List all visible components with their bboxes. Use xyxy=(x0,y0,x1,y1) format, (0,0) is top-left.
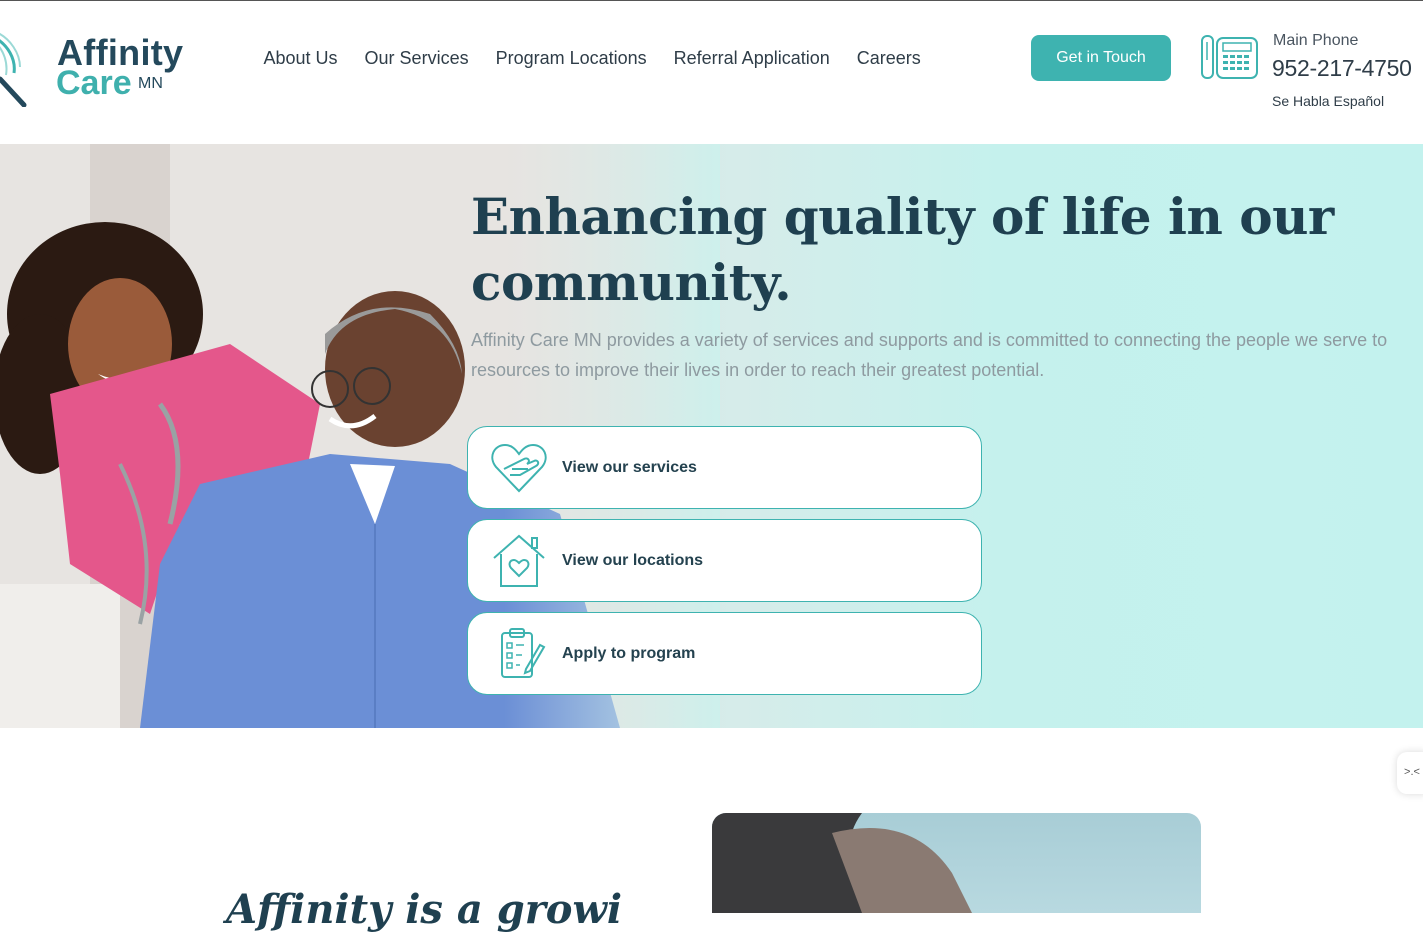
view-services-card[interactable]: View our services xyxy=(467,426,982,509)
hero-title: Enhancing quality of life in our communi… xyxy=(471,187,1334,312)
view-locations-label: View our locations xyxy=(562,551,704,569)
intro-photo-graphic xyxy=(712,813,972,913)
clipboard-checklist-icon xyxy=(501,628,546,678)
view-locations-card[interactable]: View our locations xyxy=(467,519,982,602)
phone-number-link[interactable]: 952-217-4750 xyxy=(1272,55,1412,82)
hero-description: Affinity Care MN provides a variety of s… xyxy=(471,330,1388,380)
get-in-touch-button[interactable]: Get in Touch xyxy=(1031,35,1171,81)
side-widget-tab[interactable]: >.< xyxy=(1397,752,1423,794)
spanish-note: Se Habla Español xyxy=(1272,93,1385,109)
nav-about-us[interactable]: About Us xyxy=(264,45,338,71)
heart-hand-icon xyxy=(491,443,547,493)
nav-referral-application[interactable]: Referral Application xyxy=(674,45,830,71)
main-nav: About Us Our Services Program Locations … xyxy=(250,45,934,71)
intro-title: Affinity is a growi xyxy=(226,886,623,933)
phone-label: Main Phone xyxy=(1273,32,1359,49)
hero-section: Enhancing quality of life in our communi… xyxy=(0,144,1423,728)
apply-to-program-card[interactable]: Apply to program xyxy=(467,612,982,695)
nav-program-locations[interactable]: Program Locations xyxy=(496,45,647,71)
nav-careers[interactable]: Careers xyxy=(857,45,921,71)
nav-our-services[interactable]: Our Services xyxy=(365,45,469,71)
logo-word-mn: MN xyxy=(138,75,163,92)
house-heart-icon xyxy=(493,534,545,587)
logo-word-care: Care xyxy=(56,64,132,102)
site-header: Affinity Care MN About Us Our Services P… xyxy=(0,1,1423,144)
apply-to-program-label: Apply to program xyxy=(562,644,696,662)
intro-photo xyxy=(712,813,1201,913)
phone-icon xyxy=(1201,35,1258,79)
view-services-label: View our services xyxy=(562,458,697,476)
logo[interactable]: Affinity Care MN xyxy=(0,27,190,109)
logo-mark-icon xyxy=(0,33,27,107)
